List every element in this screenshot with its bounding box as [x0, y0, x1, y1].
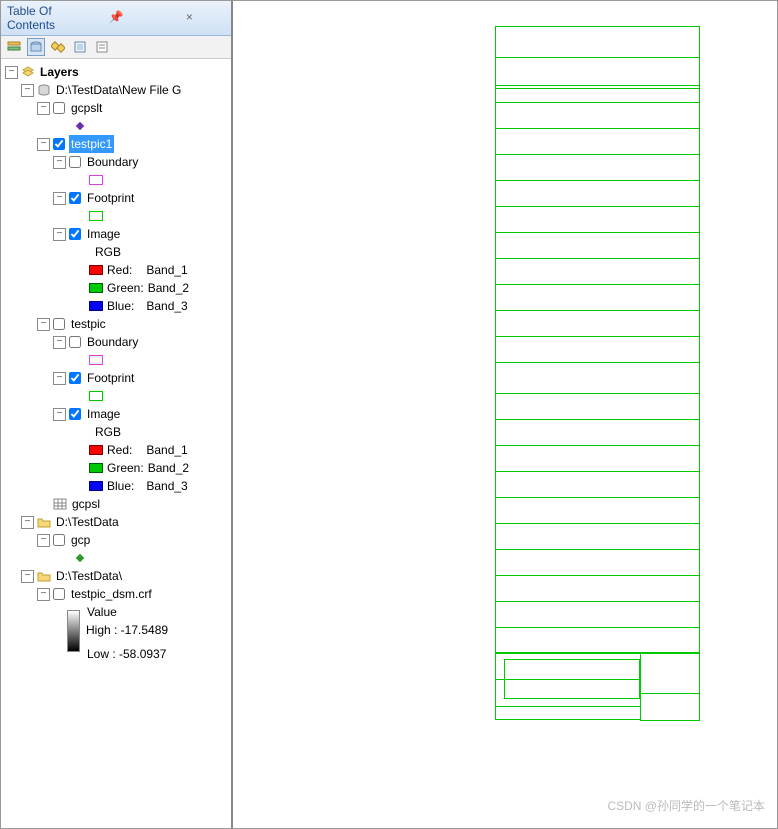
- band1: Band_1: [146, 261, 187, 279]
- expand-icon[interactable]: −: [53, 408, 66, 421]
- expand-icon[interactable]: −: [21, 516, 34, 529]
- geodatabase-icon: [37, 83, 51, 97]
- expand-icon[interactable]: −: [53, 336, 66, 349]
- band3: Band_3: [146, 477, 187, 495]
- layers-root[interactable]: Layers: [38, 63, 81, 81]
- band3: Band_3: [146, 297, 187, 315]
- footprint-label[interactable]: Footprint: [85, 189, 136, 207]
- datasource-3[interactable]: D:\TestData\: [54, 567, 124, 585]
- layer-checkbox[interactable]: [69, 408, 81, 420]
- expand-icon[interactable]: −: [37, 102, 50, 115]
- folder-icon: [37, 569, 51, 583]
- list-by-visibility-button[interactable]: [49, 38, 67, 56]
- pin-icon[interactable]: 📌: [80, 11, 151, 25]
- boundary-symbol: [89, 355, 103, 365]
- list-by-drawing-order-button[interactable]: [5, 38, 23, 56]
- red-label: Red:: [107, 441, 132, 459]
- layer-tree[interactable]: −Layers −D:\TestData\New File G −gcpslt …: [1, 59, 231, 828]
- blue-label: Blue:: [107, 477, 134, 495]
- table-icon: [53, 497, 67, 511]
- point-symbol: [76, 122, 84, 130]
- layer-checkbox[interactable]: [69, 372, 81, 384]
- layer-checkbox[interactable]: [53, 318, 65, 330]
- expand-icon[interactable]: −: [37, 138, 50, 151]
- layer-checkbox[interactable]: [69, 336, 81, 348]
- rgb-label: RGB: [93, 423, 123, 441]
- expand-icon[interactable]: −: [53, 156, 66, 169]
- blue-swatch: [89, 301, 103, 311]
- datasource-2[interactable]: D:\TestData: [54, 513, 121, 531]
- watermark: CSDN @孙同学的一个笔记本: [607, 797, 765, 814]
- toc-panel: Table Of Contents 📌 × −Layers −D:\TestDa…: [1, 1, 233, 828]
- footprint-label[interactable]: Footprint: [85, 369, 136, 387]
- red-swatch: [89, 265, 103, 275]
- folder-icon: [37, 515, 51, 529]
- options-button[interactable]: [93, 38, 111, 56]
- red-swatch: [89, 445, 103, 455]
- layer-checkbox[interactable]: [69, 156, 81, 168]
- boundary-label[interactable]: Boundary: [85, 153, 140, 171]
- stretch-ramp: [67, 610, 80, 652]
- map-view[interactable]: CSDN @孙同学的一个笔记本: [233, 1, 777, 828]
- blue-swatch: [89, 481, 103, 491]
- band2: Band_2: [148, 279, 189, 297]
- layers-icon: [21, 65, 35, 79]
- expand-icon[interactable]: −: [5, 66, 18, 79]
- value-label: Value: [85, 603, 119, 621]
- red-label: Red:: [107, 261, 132, 279]
- expand-icon[interactable]: −: [37, 318, 50, 331]
- image-label[interactable]: Image: [85, 405, 122, 423]
- point-symbol: [76, 554, 84, 562]
- band1: Band_1: [146, 441, 187, 459]
- layer-testpic1[interactable]: testpic1: [69, 135, 114, 153]
- layer-gcpslt[interactable]: gcpslt: [69, 99, 104, 117]
- datasource-1[interactable]: D:\TestData\New File G: [54, 81, 183, 99]
- layer-checkbox[interactable]: [53, 102, 65, 114]
- layer-dsm[interactable]: testpic_dsm.crf: [69, 585, 154, 603]
- low-label: Low : -58.0937: [87, 645, 166, 663]
- blue-label: Blue:: [107, 297, 134, 315]
- toc-toolbar: [1, 36, 231, 59]
- expand-icon[interactable]: −: [21, 570, 34, 583]
- close-icon[interactable]: ×: [154, 11, 225, 25]
- expand-icon[interactable]: −: [37, 588, 50, 601]
- high-label: High : -17.5489: [86, 621, 168, 639]
- layer-checkbox[interactable]: [53, 534, 65, 546]
- layer-checkbox[interactable]: [69, 192, 81, 204]
- band2: Band_2: [148, 459, 189, 477]
- green-label: Green:: [107, 279, 144, 297]
- boundary-label[interactable]: Boundary: [85, 333, 140, 351]
- expand-icon[interactable]: −: [53, 228, 66, 241]
- footprint-tiles: [495, 27, 700, 721]
- footprint-symbol: [89, 391, 103, 401]
- expand-icon[interactable]: −: [37, 534, 50, 547]
- table-gcpsl[interactable]: gcpsl: [70, 495, 102, 513]
- boundary-symbol: [89, 175, 103, 185]
- green-swatch: [89, 283, 103, 293]
- green-swatch: [89, 463, 103, 473]
- list-by-selection-button[interactable]: [71, 38, 89, 56]
- panel-header[interactable]: Table Of Contents 📌 ×: [1, 1, 231, 36]
- panel-title: Table Of Contents: [7, 4, 78, 32]
- layer-checkbox[interactable]: [53, 138, 65, 150]
- expand-icon[interactable]: −: [53, 372, 66, 385]
- expand-icon[interactable]: −: [53, 192, 66, 205]
- layer-gcp[interactable]: gcp: [69, 531, 92, 549]
- expand-icon[interactable]: −: [21, 84, 34, 97]
- layer-checkbox[interactable]: [69, 228, 81, 240]
- rgb-label: RGB: [93, 243, 123, 261]
- layer-checkbox[interactable]: [53, 588, 65, 600]
- layer-testpic[interactable]: testpic: [69, 315, 108, 333]
- footprint-symbol: [89, 211, 103, 221]
- list-by-source-button[interactable]: [27, 38, 45, 56]
- image-label[interactable]: Image: [85, 225, 122, 243]
- green-label: Green:: [107, 459, 144, 477]
